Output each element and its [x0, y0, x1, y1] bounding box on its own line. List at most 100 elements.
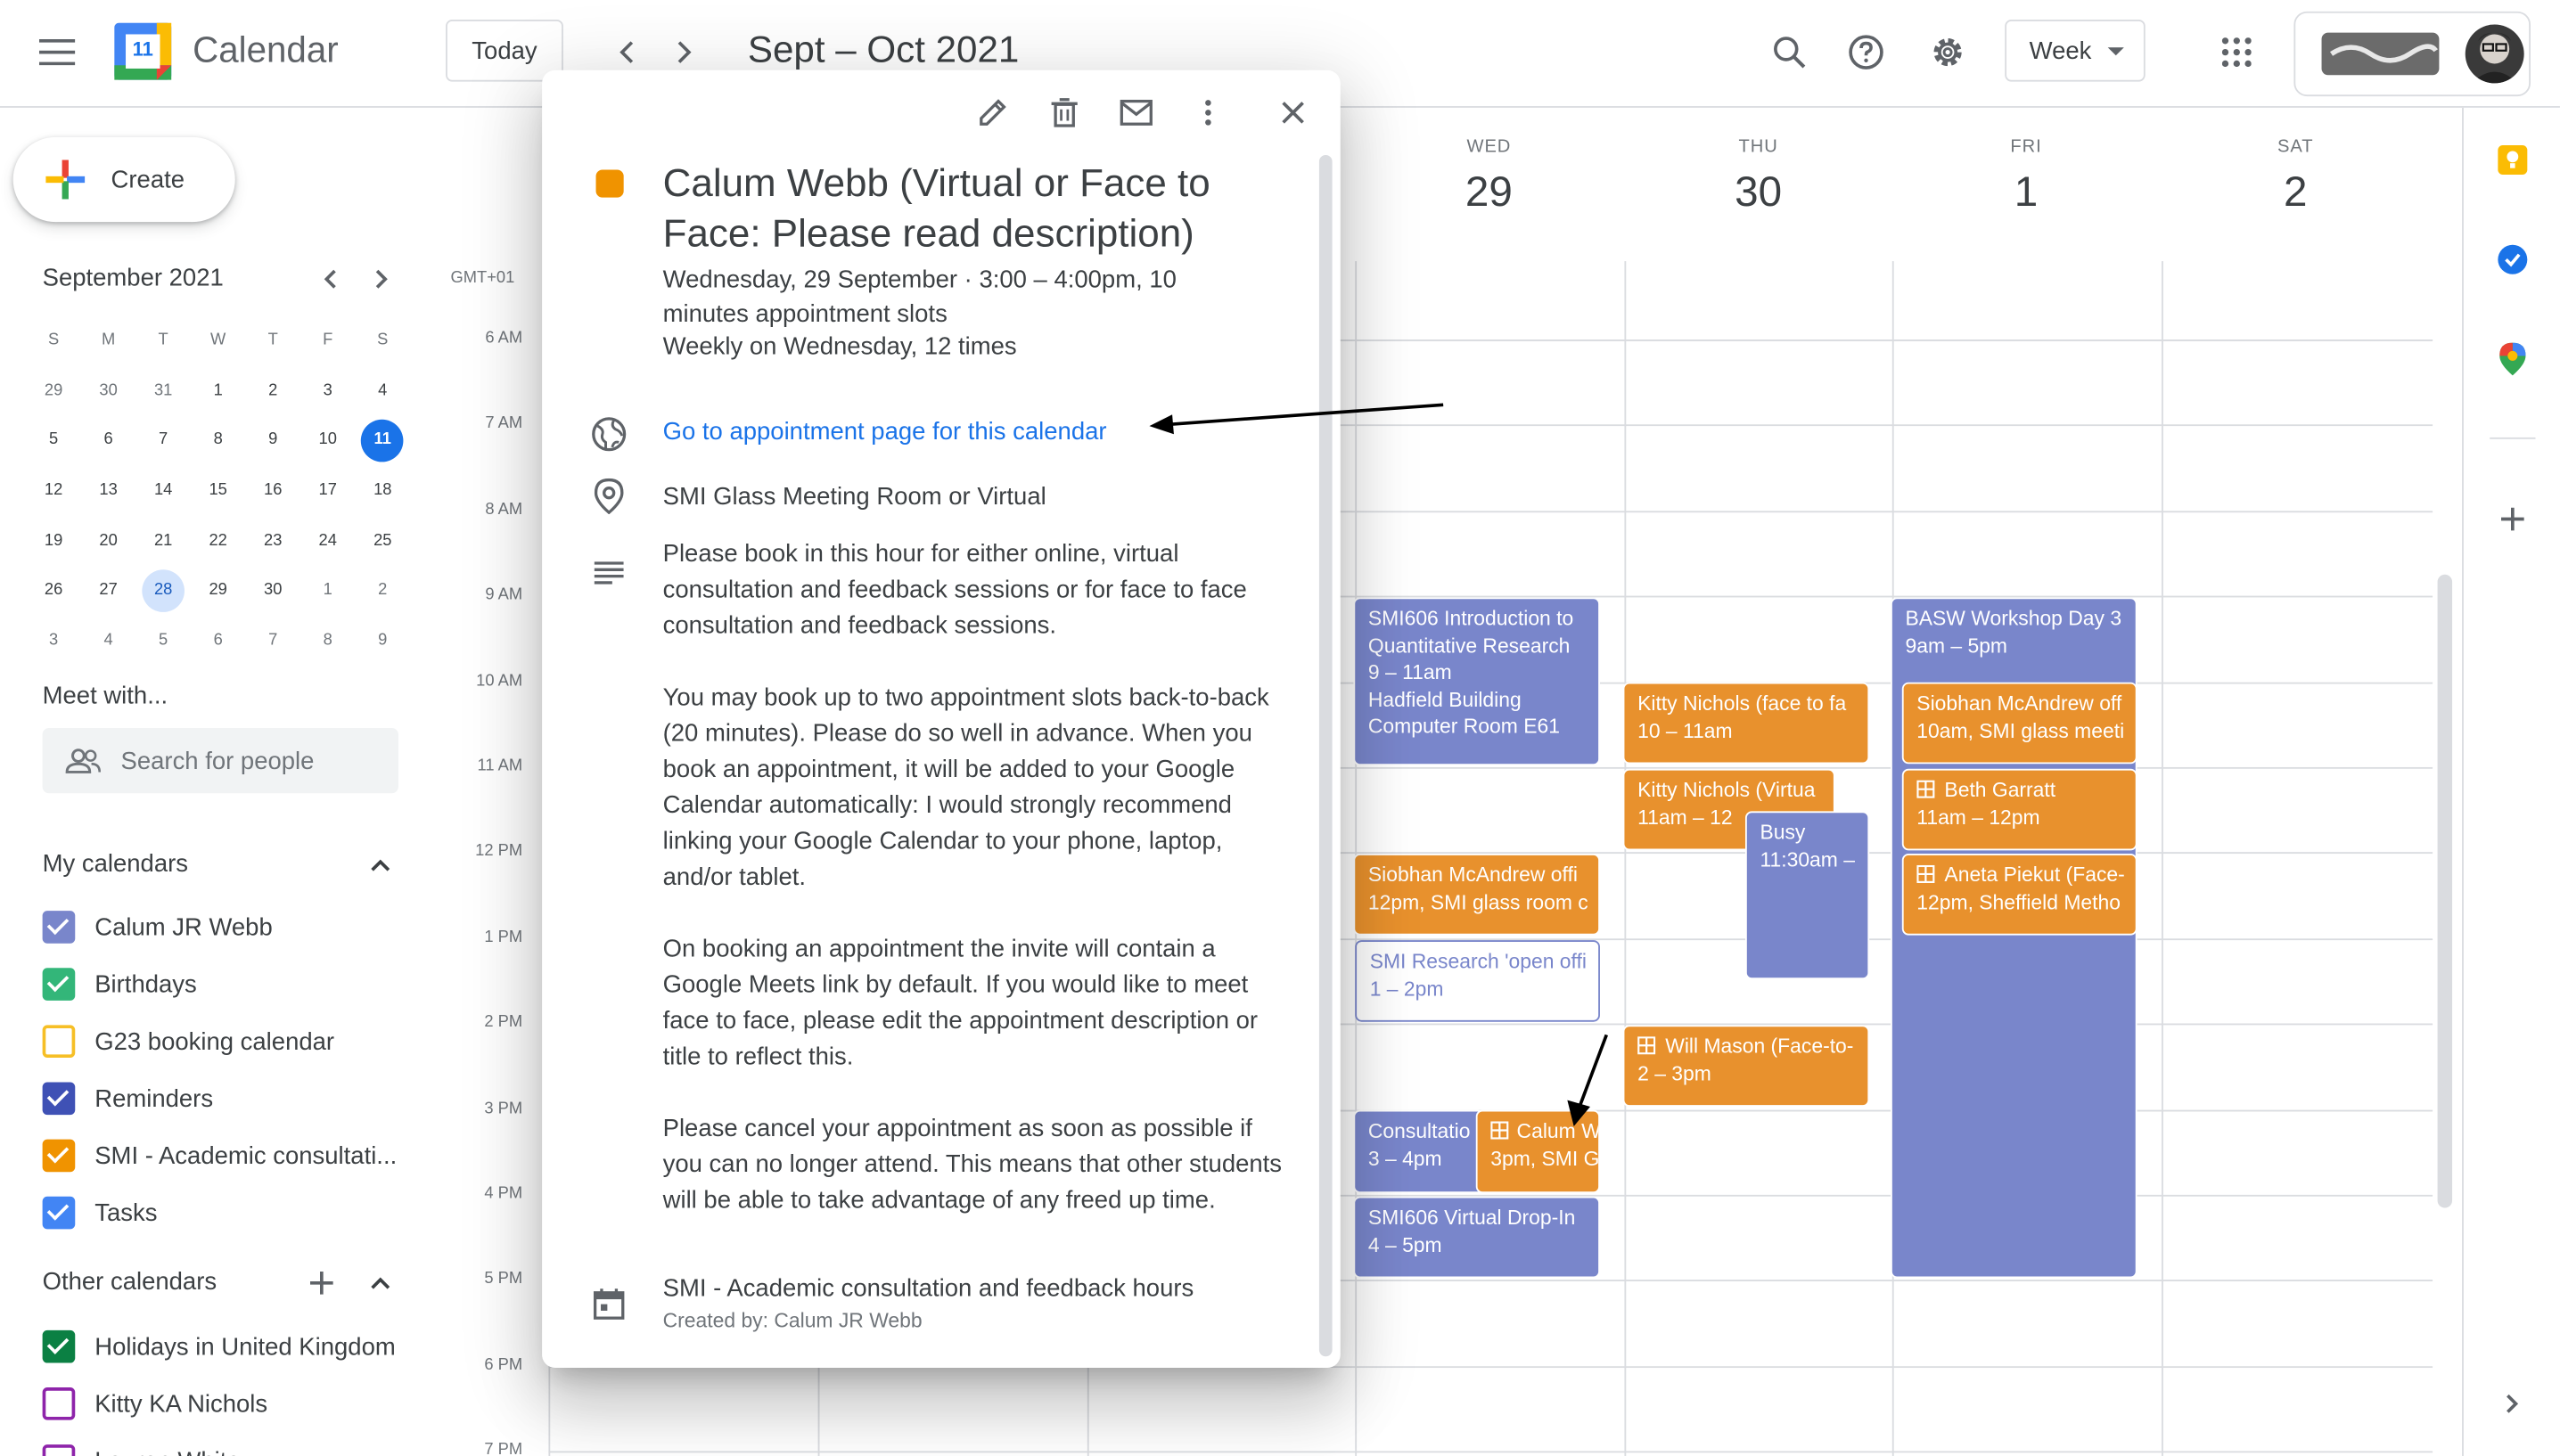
mini-day[interactable]: 6 — [191, 620, 246, 663]
mini-day[interactable]: 6 — [81, 421, 136, 463]
mini-day[interactable]: 7 — [135, 421, 191, 463]
appointment-page-link[interactable]: Go to appointment page for this calendar — [663, 418, 1107, 446]
create-button[interactable]: Create — [12, 136, 235, 223]
event-smi606-intro[interactable]: SMI606 Introduction to Quantitative Rese… — [1353, 597, 1600, 766]
mini-day[interactable]: 5 — [26, 421, 81, 463]
my-calendars-title[interactable]: My calendars — [43, 850, 188, 878]
mini-day[interactable]: 12 — [26, 470, 81, 513]
mini-day[interactable]: 9 — [355, 620, 410, 663]
mini-day[interactable]: 30 — [245, 570, 300, 613]
event-siobhan-fri[interactable]: Siobhan McAndrew off 10am, SMI glass mee… — [1901, 682, 2137, 765]
mini-day[interactable]: 1 — [300, 570, 356, 613]
avatar[interactable] — [2465, 24, 2524, 84]
mini-day[interactable]: 9 — [245, 421, 300, 463]
today-button[interactable]: Today — [446, 19, 563, 82]
mini-day[interactable]: 17 — [300, 470, 356, 513]
calendar-checkbox[interactable] — [42, 911, 76, 944]
collapse-chevron-up-icon[interactable] — [359, 844, 402, 887]
day-number[interactable]: 1 — [1892, 167, 2160, 217]
mini-day[interactable]: 31 — [135, 371, 191, 413]
grid-scrollbar[interactable] — [2437, 574, 2453, 1208]
mini-day[interactable]: 3 — [300, 371, 356, 413]
mini-day[interactable]: 22 — [191, 520, 246, 563]
mini-day[interactable]: 29 — [191, 570, 246, 613]
settings-gear-icon[interactable] — [1915, 20, 1980, 85]
event-kitty-face[interactable]: Kitty Nichols (face to fa 10 – 11am — [1622, 682, 1870, 765]
close-icon[interactable] — [1264, 83, 1323, 142]
mini-day[interactable]: 7 — [245, 620, 300, 663]
event-siobhan-wed[interactable]: Siobhan McAndrew offi 12pm, SMI glass ro… — [1353, 854, 1600, 936]
add-addon-plus-icon[interactable] — [2493, 500, 2532, 539]
expand-panel-chevron-icon[interactable] — [2497, 1387, 2530, 1420]
calendar-checkbox[interactable] — [42, 1444, 76, 1456]
mini-day[interactable]: 15 — [191, 470, 246, 513]
edit-pencil-icon[interactable] — [964, 83, 1022, 142]
event-smi606-dropin[interactable]: SMI606 Virtual Drop-In 4 – 5pm — [1353, 1196, 1600, 1279]
mini-day[interactable]: 29 — [26, 371, 81, 413]
calendar-logo-icon[interactable]: 11 — [114, 22, 172, 80]
search-icon[interactable] — [1757, 20, 1822, 85]
calendar-checkbox[interactable] — [42, 1025, 76, 1059]
mini-day[interactable]: 14 — [135, 470, 191, 513]
event-smi-research[interactable]: SMI Research 'open offi 1 – 2pm — [1355, 940, 1600, 1022]
delete-trash-icon[interactable] — [1035, 83, 1094, 142]
mini-day[interactable]: 25 — [355, 520, 410, 563]
day-header-wed[interactable]: WED 29 — [1355, 137, 1622, 217]
help-icon[interactable] — [1834, 20, 1899, 85]
mini-day[interactable]: 4 — [81, 620, 136, 663]
mini-day[interactable]: 18 — [355, 470, 410, 513]
calendar-checkbox[interactable] — [42, 1329, 76, 1363]
event-aneta-piekut[interactable]: Aneta Piekut (Face- 12pm, Sheffield Meth… — [1901, 854, 2137, 936]
calendar-list-item[interactable]: Birthdays — [42, 965, 197, 1004]
more-options-icon[interactable] — [1178, 83, 1237, 142]
tasks-icon[interactable] — [2493, 240, 2532, 279]
mini-day[interactable]: 2 — [245, 371, 300, 413]
event-beth-garratt[interactable]: Beth Garratt 11am – 12pm — [1901, 768, 2137, 851]
calendar-checkbox[interactable] — [42, 1196, 76, 1230]
mini-day[interactable]: 11 — [355, 420, 410, 463]
day-number[interactable]: 30 — [1624, 167, 1891, 217]
main-menu-icon[interactable] — [24, 20, 89, 85]
mini-day[interactable]: 4 — [355, 371, 410, 413]
add-calendar-plus-icon[interactable] — [300, 1262, 343, 1305]
mini-day[interactable]: 23 — [245, 520, 300, 563]
mini-next-month-icon[interactable] — [361, 258, 404, 300]
apps-grid-icon[interactable] — [2204, 20, 2269, 85]
calendar-list-item[interactable]: Lauren White — [42, 1441, 241, 1456]
mini-day[interactable]: 3 — [26, 620, 81, 663]
mini-day[interactable]: 8 — [191, 421, 246, 463]
account-switcher[interactable] — [2293, 11, 2531, 97]
calendar-checkbox[interactable] — [42, 1082, 76, 1116]
collapse-chevron-up-icon[interactable] — [359, 1262, 402, 1305]
email-guests-icon[interactable] — [1107, 83, 1166, 142]
mini-day[interactable]: 30 — [81, 371, 136, 413]
mini-day[interactable]: 19 — [26, 520, 81, 563]
mini-day[interactable]: 20 — [81, 520, 136, 563]
day-number[interactable]: 29 — [1355, 167, 1622, 217]
mini-day[interactable]: 26 — [26, 570, 81, 613]
event-will-mason[interactable]: Will Mason (Face-to- 2 – 3pm — [1622, 1025, 1870, 1107]
day-header-sat[interactable]: SAT 2 — [2162, 137, 2429, 217]
mini-day[interactable]: 24 — [300, 520, 356, 563]
dialog-scrollbar[interactable] — [1318, 155, 1333, 1357]
calendar-list-item[interactable]: Calum JR Webb — [42, 907, 273, 946]
mini-day[interactable]: 8 — [300, 620, 356, 663]
other-calendars-title[interactable]: Other calendars — [43, 1268, 217, 1296]
mini-day[interactable]: 5 — [135, 620, 191, 663]
calendar-checkbox[interactable] — [42, 968, 76, 1001]
calendar-list-item[interactable]: SMI - Academic consultati... — [42, 1136, 397, 1175]
day-number[interactable]: 2 — [2162, 167, 2429, 217]
view-switcher-dropdown[interactable]: Week — [2005, 19, 2146, 82]
mini-day[interactable]: 21 — [135, 520, 191, 563]
mini-day[interactable]: 10 — [300, 421, 356, 463]
mini-day[interactable]: 27 — [81, 570, 136, 613]
calendar-checkbox[interactable] — [42, 1387, 76, 1420]
day-header-fri[interactable]: FRI 1 — [1892, 137, 2160, 217]
mini-day[interactable]: 1 — [191, 371, 246, 413]
search-people-input[interactable]: Search for people — [42, 727, 398, 794]
calendar-list-item[interactable]: Kitty KA Nichols — [42, 1384, 267, 1423]
mini-day[interactable]: 13 — [81, 470, 136, 513]
mini-prev-month-icon[interactable] — [308, 258, 351, 300]
calendar-list-item[interactable]: G23 booking calendar — [42, 1022, 334, 1061]
maps-pin-icon[interactable] — [2493, 339, 2532, 379]
